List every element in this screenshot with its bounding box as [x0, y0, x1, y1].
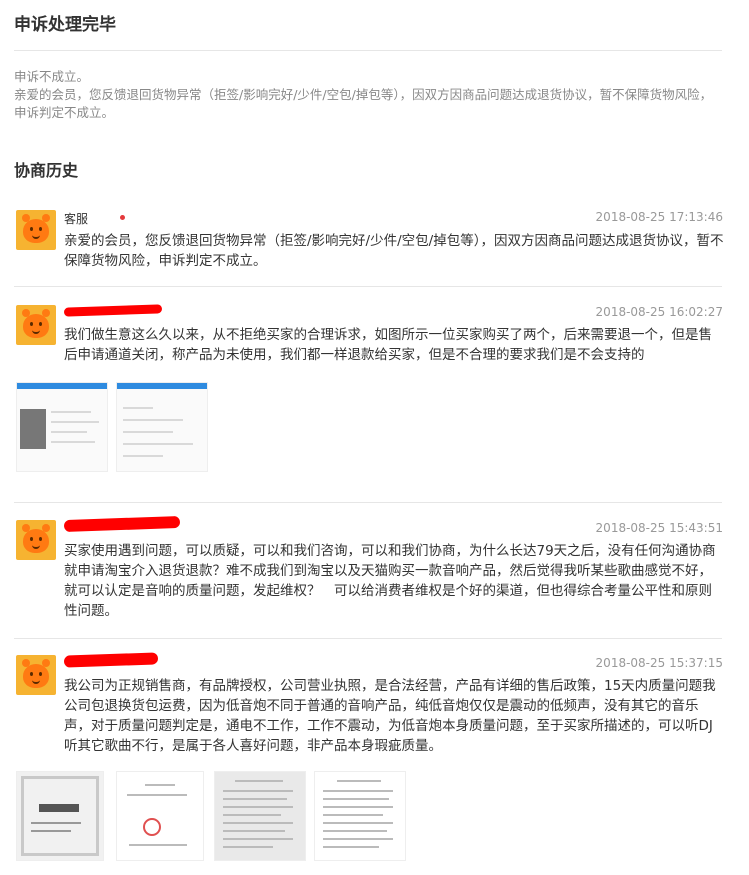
license-thumbnail[interactable]: [16, 771, 104, 861]
status-dot: [120, 215, 125, 220]
result-status: 申诉不成立。: [14, 69, 90, 84]
message-text: 亲爱的会员，您反馈退回货物异常（拒签/影响完好/少件/空包/掉包等），因双方因商…: [64, 233, 724, 269]
avatar: [16, 655, 56, 695]
message-text: 我公司为正规销售商，有品牌授权，公司营业执照，是合法经营，产品有详细的售后政策，…: [64, 678, 716, 754]
message-text: 我们做生意这么久以来，从不拒绝买家的合理诉求，如图所示一位买家购买了两个，后来需…: [64, 327, 712, 363]
message-sender-redacted: [63, 652, 159, 668]
avatar: [16, 520, 56, 560]
message-text: 买家使用遇到问题，可以质疑，可以和我们咨询，可以和我们协商，为什么长达79天之后…: [64, 543, 716, 619]
message-time: 2018-08-25 17:13:46: [595, 210, 723, 224]
avatar: [16, 305, 56, 345]
message-sender: 客服: [64, 212, 89, 226]
divider: [14, 286, 722, 287]
message-time: 2018-08-25 15:43:51: [595, 521, 723, 535]
page-title: 申诉处理完毕: [14, 15, 116, 35]
avatar: [16, 210, 56, 250]
screenshot-thumbnail[interactable]: [116, 382, 208, 472]
document-thumbnail[interactable]: [116, 771, 204, 861]
divider: [14, 638, 722, 639]
message-time: 2018-08-25 16:02:27: [595, 305, 723, 319]
result-detail: 亲爱的会员，您反馈退回货物异常（拒签/影响完好/少件/空包/掉包等），因双方因商…: [14, 87, 713, 120]
divider: [14, 502, 722, 503]
divider: [14, 50, 722, 51]
document-thumbnail[interactable]: [314, 771, 406, 861]
message-time: 2018-08-25 15:37:15: [595, 656, 723, 670]
section-title: 协商历史: [14, 161, 79, 180]
message-sender-redacted: [63, 515, 181, 533]
document-thumbnail[interactable]: [214, 771, 306, 861]
message-sender-redacted: [63, 304, 163, 317]
screenshot-thumbnail[interactable]: [16, 382, 108, 472]
